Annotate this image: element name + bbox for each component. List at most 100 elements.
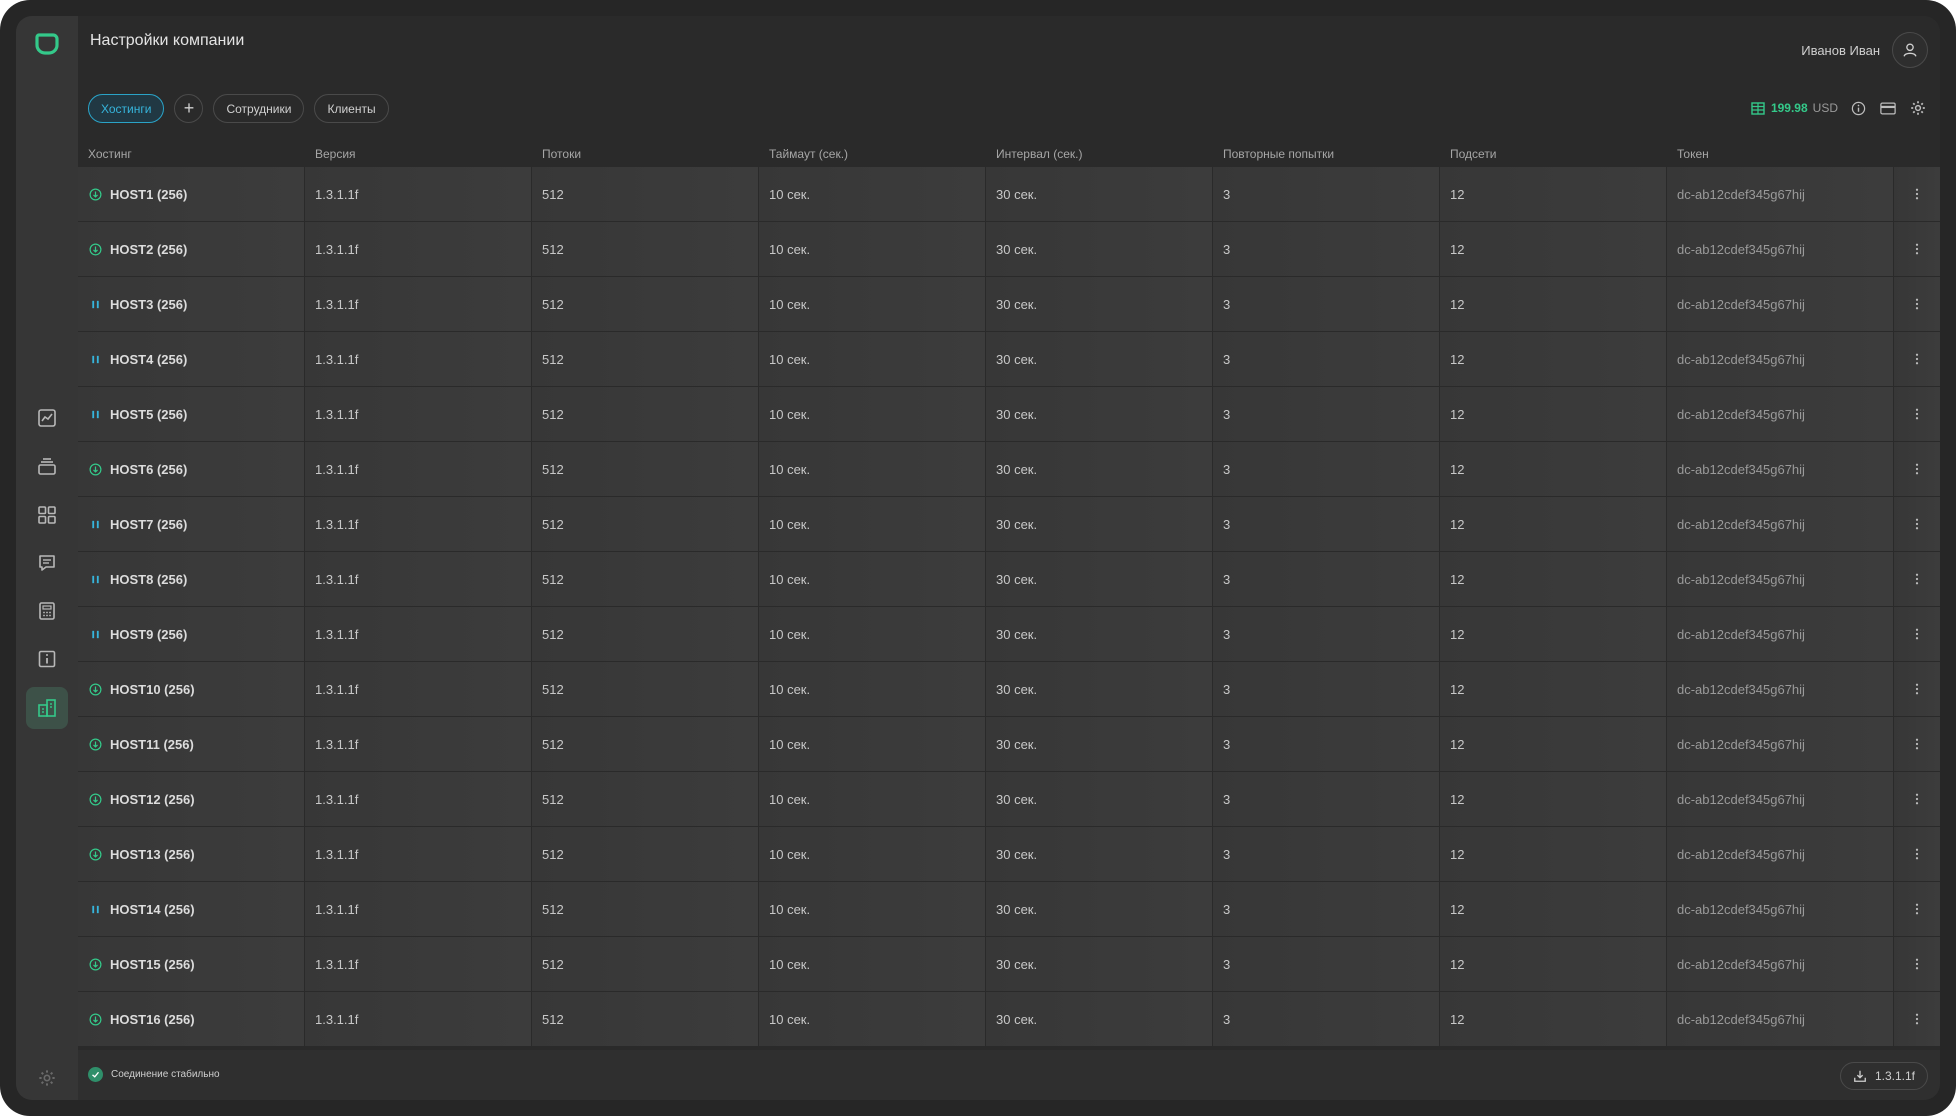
version-cell: 1.3.1.1f: [305, 882, 532, 936]
timeout-cell: 10 сек.: [759, 332, 986, 386]
subnets-cell: 12: [1440, 332, 1667, 386]
app-logo-icon[interactable]: [33, 29, 61, 57]
balance-currency: USD: [1812, 101, 1838, 115]
table-row[interactable]: HOST10 (256) 1.3.1.1f 512 10 сек. 30 сек. 3 12…: [78, 662, 1940, 716]
column-header-retries[interactable]: Повторные попытки: [1213, 147, 1440, 161]
column-header-interval[interactable]: Интервал (сек.): [986, 147, 1213, 161]
host-cell: HOST11 (256): [78, 717, 305, 771]
column-header-version[interactable]: Версия: [305, 147, 532, 161]
host-cell: HOST15 (256): [78, 937, 305, 991]
row-menu-button[interactable]: [1894, 717, 1940, 771]
host-cell: HOST2 (256): [78, 222, 305, 276]
interval-cell: 30 сек.: [986, 167, 1213, 221]
table-row[interactable]: HOST1 (256) 1.3.1.1f 512 10 сек. 30 сек. 3 12 d…: [78, 167, 1940, 221]
row-menu-button[interactable]: [1894, 442, 1940, 496]
table-row[interactable]: HOST9 (256) 1.3.1.1f 512 10 сек. 30 сек. 3 12 d…: [78, 607, 1940, 661]
table-row[interactable]: HOST11 (256) 1.3.1.1f 512 10 сек. 30 сек. 3 12…: [78, 717, 1940, 771]
sidebar-item-dashboard[interactable]: [26, 494, 68, 536]
row-menu-button[interactable]: [1894, 882, 1940, 936]
sidebar-item-messages[interactable]: [26, 542, 68, 584]
tab-clients[interactable]: Клиенты: [314, 94, 389, 123]
download-icon: [1854, 1070, 1866, 1082]
interval-cell: 30 сек.: [986, 992, 1213, 1046]
host-cell: HOST8 (256): [78, 552, 305, 606]
add-tab-button[interactable]: +: [174, 94, 204, 123]
row-menu-button[interactable]: [1894, 937, 1940, 991]
tab-employees[interactable]: Сотрудники: [213, 94, 305, 123]
more-vertical-icon: [1915, 848, 1919, 860]
table-row[interactable]: HOST5 (256) 1.3.1.1f 512 10 сек. 30 сек. 3 12 d…: [78, 387, 1940, 441]
sidebar-item-analytics[interactable]: [26, 397, 68, 439]
host-cell: HOST16 (256): [78, 992, 305, 1046]
retries-cell: 3: [1213, 717, 1440, 771]
sidebar-settings-icon[interactable]: [35, 1066, 59, 1090]
table-row[interactable]: HOST13 (256) 1.3.1.1f 512 10 сек. 30 сек. 3 12…: [78, 827, 1940, 881]
table-row[interactable]: HOST14 (256) 1.3.1.1f 512 10 сек. 30 сек. 3 12…: [78, 882, 1940, 936]
more-vertical-icon: [1915, 573, 1919, 585]
host-name: HOST13 (256): [110, 846, 195, 862]
user-name: Иванов Иван: [1801, 42, 1880, 58]
sidebar-nav: [26, 397, 68, 735]
token-cell: dc-ab12cdef345g67hij: [1667, 442, 1894, 496]
app-window: Настройки компании Иванов Иван Хостинги …: [16, 16, 1940, 1100]
sidebar-item-company[interactable]: [26, 686, 68, 729]
more-vertical-icon: [1915, 1013, 1919, 1025]
row-menu-button[interactable]: [1894, 387, 1940, 441]
host-name: HOST16 (256): [110, 1011, 195, 1027]
column-header-subnets[interactable]: Подсети: [1440, 147, 1667, 161]
balance-info-icon[interactable]: [1848, 98, 1868, 118]
table-row[interactable]: HOST12 (256) 1.3.1.1f 512 10 сек. 30 сек. 3 12…: [78, 772, 1940, 826]
more-vertical-icon: [1915, 408, 1919, 420]
column-header-token[interactable]: Токен: [1667, 147, 1894, 161]
sidebar-item-layers[interactable]: [26, 445, 68, 487]
column-header-timeout[interactable]: Таймаут (сек.): [759, 147, 986, 161]
row-menu-button[interactable]: [1894, 497, 1940, 551]
token-cell: dc-ab12cdef345g67hij: [1667, 607, 1894, 661]
retries-cell: 3: [1213, 992, 1440, 1046]
table-row[interactable]: HOST7 (256) 1.3.1.1f 512 10 сек. 30 сек. 3 12 d…: [78, 497, 1940, 551]
row-menu-button[interactable]: [1894, 222, 1940, 276]
token-cell: dc-ab12cdef345g67hij: [1667, 772, 1894, 826]
table-row[interactable]: HOST4 (256) 1.3.1.1f 512 10 сек. 30 сек. 3 12 d…: [78, 332, 1940, 386]
user-menu[interactable]: Иванов Иван: [1801, 32, 1928, 68]
row-menu-button[interactable]: [1894, 332, 1940, 386]
retries-cell: 3: [1213, 882, 1440, 936]
host-name: HOST14 (256): [110, 901, 195, 917]
download-version-button[interactable]: 1.3.1.1f: [1839, 1062, 1928, 1090]
token-cell: dc-ab12cdef345g67hij: [1667, 717, 1894, 771]
version-cell: 1.3.1.1f: [305, 607, 532, 661]
timeout-cell: 10 сек.: [759, 222, 986, 276]
table-row[interactable]: HOST3 (256) 1.3.1.1f 512 10 сек. 30 сек. 3 12 d…: [78, 277, 1940, 331]
token-cell: dc-ab12cdef345g67hij: [1667, 992, 1894, 1046]
table-row[interactable]: HOST8 (256) 1.3.1.1f 512 10 сек. 30 сек. 3 12 d…: [78, 552, 1940, 606]
pause-icon: [88, 352, 102, 366]
row-menu-button[interactable]: [1894, 662, 1940, 716]
table-row[interactable]: HOST16 (256) 1.3.1.1f 512 10 сек. 30 сек. 3 12…: [78, 992, 1940, 1046]
column-header-hosting[interactable]: Хостинг: [78, 147, 305, 161]
row-menu-button[interactable]: [1894, 827, 1940, 881]
table-row[interactable]: HOST15 (256) 1.3.1.1f 512 10 сек. 30 сек. 3 12…: [78, 937, 1940, 991]
row-menu-button[interactable]: [1894, 607, 1940, 661]
token-cell: dc-ab12cdef345g67hij: [1667, 497, 1894, 551]
sidebar-item-info[interactable]: [26, 638, 68, 680]
page-title: Настройки компании: [90, 32, 245, 49]
row-menu-button[interactable]: [1894, 277, 1940, 331]
threads-cell: 512: [532, 552, 759, 606]
threads-cell: 512: [532, 772, 759, 826]
online-download-icon: [88, 187, 102, 201]
column-header-threads[interactable]: Потоки: [532, 147, 759, 161]
payment-card-icon[interactable]: [1878, 98, 1898, 118]
table-row[interactable]: HOST6 (256) 1.3.1.1f 512 10 сек. 30 сек. 3 12 d…: [78, 442, 1940, 496]
tab-hostings[interactable]: Хостинги: [88, 94, 165, 123]
table-row[interactable]: HOST2 (256) 1.3.1.1f 512 10 сек. 30 сек. 3 12 d…: [78, 222, 1940, 276]
row-menu-button[interactable]: [1894, 167, 1940, 221]
sidebar-item-calculator[interactable]: [26, 590, 68, 632]
token-cell: dc-ab12cdef345g67hij: [1667, 662, 1894, 716]
row-menu-button[interactable]: [1894, 772, 1940, 826]
row-menu-button[interactable]: [1894, 552, 1940, 606]
settings-gear-icon[interactable]: [1908, 98, 1928, 118]
interval-cell: 30 сек.: [986, 222, 1213, 276]
avatar[interactable]: [1892, 32, 1928, 68]
row-menu-button[interactable]: [1894, 992, 1940, 1046]
version-cell: 1.3.1.1f: [305, 827, 532, 881]
